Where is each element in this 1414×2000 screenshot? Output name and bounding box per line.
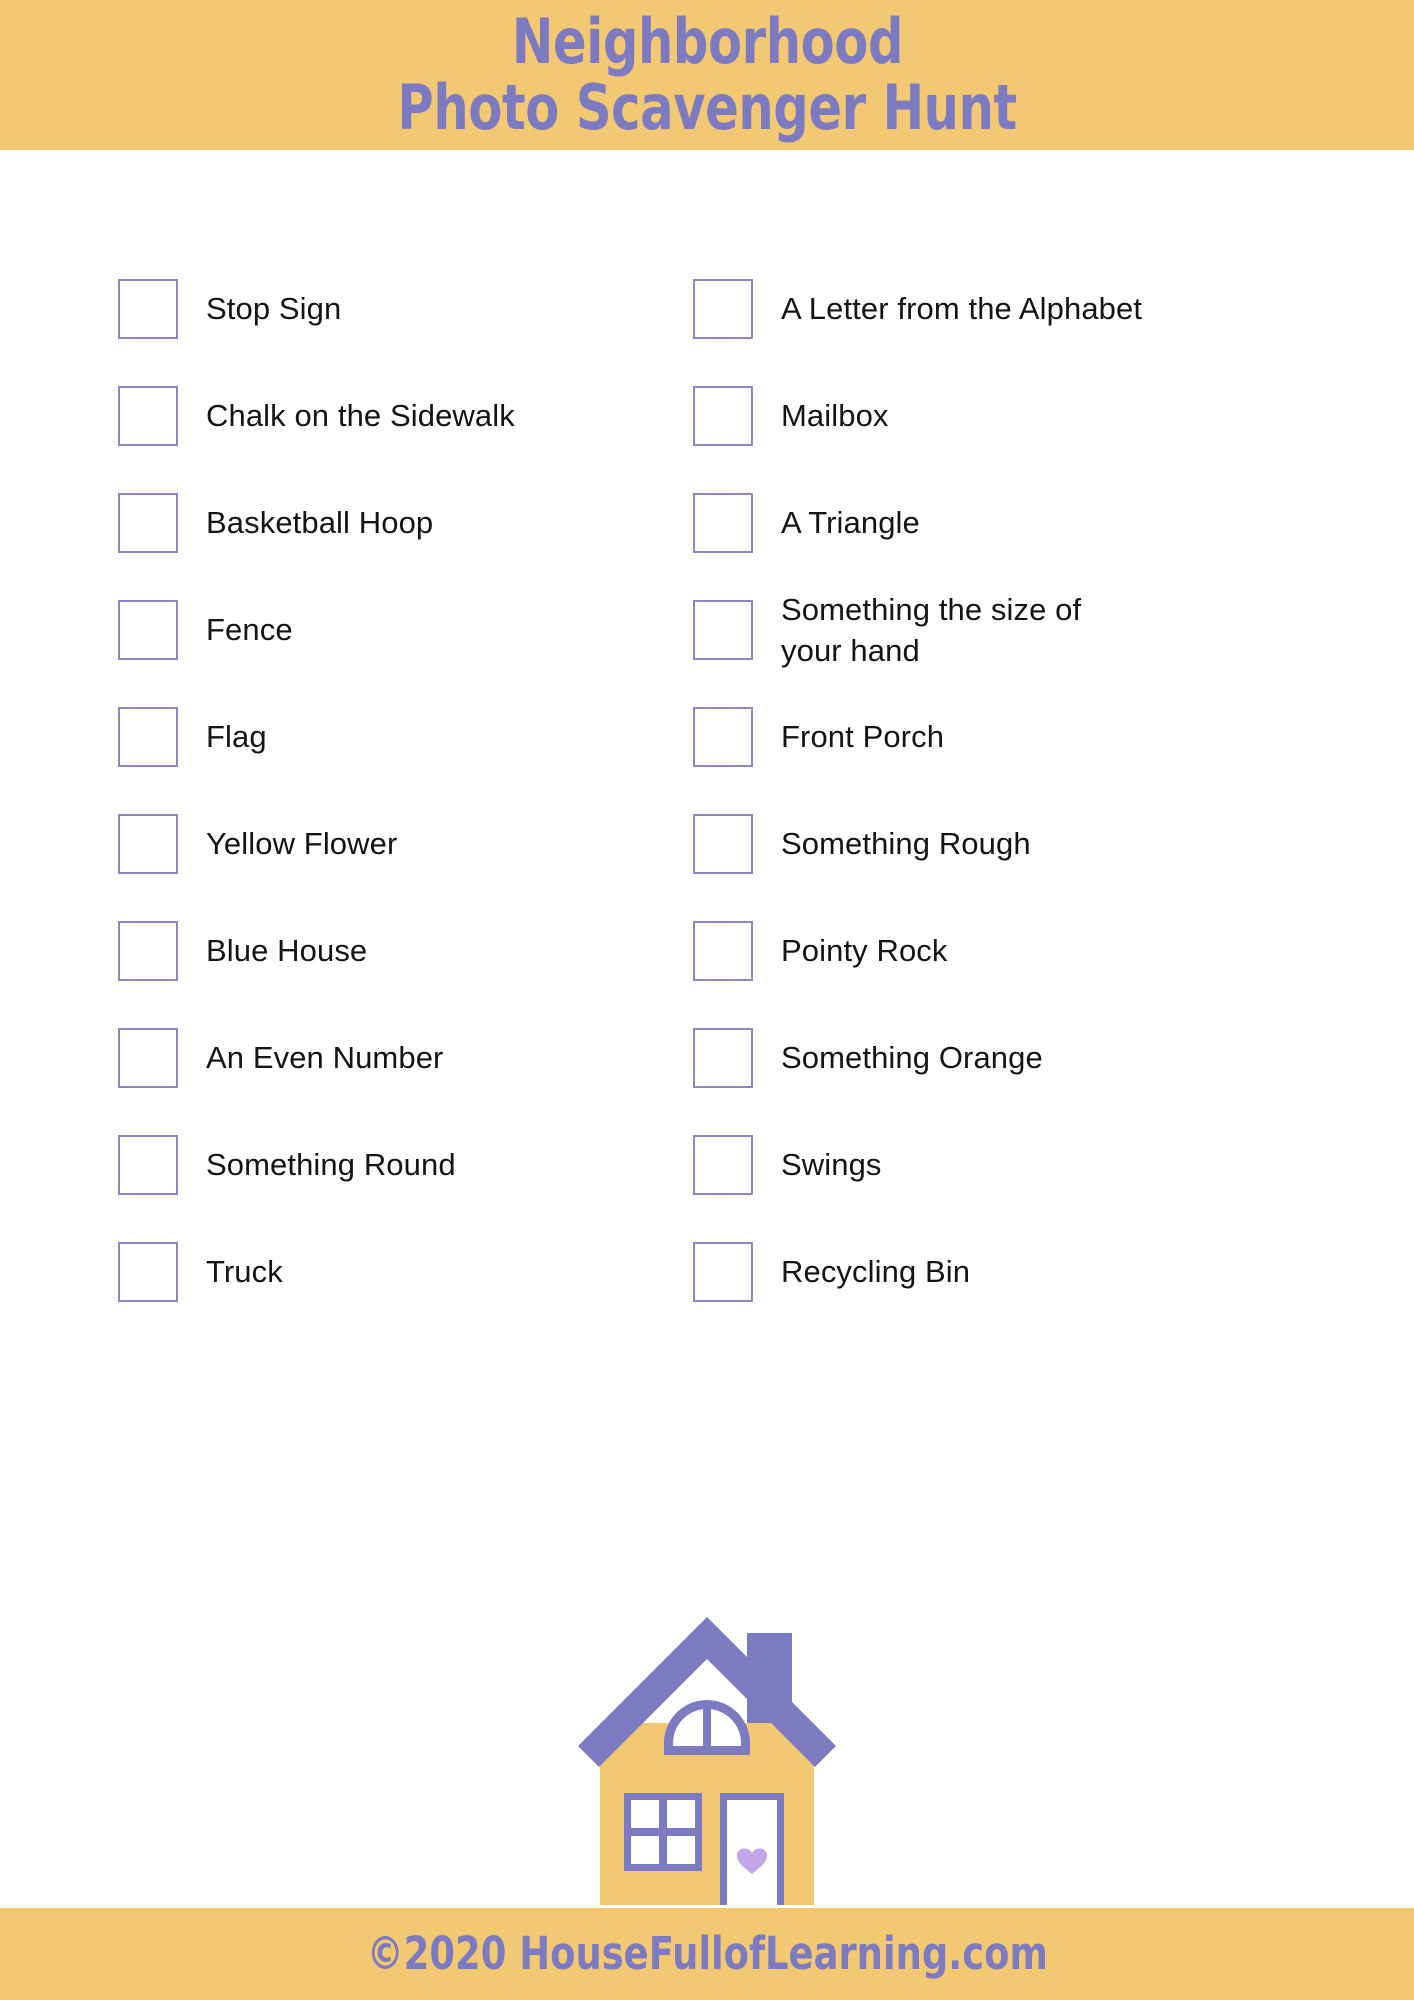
list-item[interactable]: A Triangle <box>693 469 1414 576</box>
checkbox-icon[interactable] <box>693 492 753 553</box>
checkbox-icon[interactable] <box>118 813 178 874</box>
list-item-label: A Letter from the Alphabet <box>781 290 1143 326</box>
list-item-label: Mailbox <box>781 397 889 433</box>
checkbox-icon[interactable] <box>693 1241 753 1302</box>
window-frame <box>624 1793 702 1871</box>
checkbox-icon[interactable] <box>693 278 753 339</box>
checkbox-icon[interactable] <box>693 706 753 767</box>
checkbox-icon[interactable] <box>118 278 178 339</box>
list-item-label: Chalk on the Sidewalk <box>206 397 515 433</box>
list-item-label: Basketball Hoop <box>206 504 434 540</box>
list-item-label: Flag <box>206 718 267 754</box>
page-title-line-2: Photo Scavenger Hunt <box>397 71 1017 144</box>
heart-icon <box>737 1848 767 1874</box>
roof-shape <box>578 1617 836 1767</box>
list-item-label: A Triangle <box>781 504 920 540</box>
checkbox-icon[interactable] <box>693 813 753 874</box>
checkbox-icon[interactable] <box>118 1027 178 1088</box>
list-item[interactable]: Blue House <box>118 897 660 1004</box>
page-title-line-1: Neighborhood <box>511 5 903 78</box>
checklist-left-column: Stop Sign Chalk on the Sidewalk Basketba… <box>0 255 660 1325</box>
checkbox-icon[interactable] <box>693 385 753 446</box>
list-item-label: Blue House <box>206 932 368 968</box>
checkbox-icon[interactable] <box>118 1134 178 1195</box>
house-illustration-container <box>0 1595 1414 1905</box>
list-item[interactable]: Recycling Bin <box>693 1218 1414 1325</box>
checklist-columns: Stop Sign Chalk on the Sidewalk Basketba… <box>0 255 1414 1325</box>
list-item[interactable]: Something Rough <box>693 790 1414 897</box>
house-body-shape <box>600 1723 814 1905</box>
door-frame <box>720 1793 784 1905</box>
list-item[interactable]: Chalk on the Sidewalk <box>118 362 660 469</box>
list-item-label: An Even Number <box>206 1039 444 1075</box>
checklist-right-column: A Letter from the Alphabet Mailbox A Tri… <box>660 255 1414 1325</box>
list-item[interactable]: Basketball Hoop <box>118 469 660 576</box>
checkbox-icon[interactable] <box>693 1027 753 1088</box>
copyright-text: ©2020 HouseFullofLearning.com <box>366 1927 1048 1980</box>
checkbox-icon[interactable] <box>118 920 178 981</box>
list-item-label: Something Round <box>206 1146 456 1182</box>
list-item[interactable]: Something the size of your hand <box>693 576 1414 683</box>
scavenger-hunt-checklist: Stop Sign Chalk on the Sidewalk Basketba… <box>0 150 1414 1602</box>
list-item-label: Something Rough <box>781 825 1031 861</box>
list-item[interactable]: Swings <box>693 1111 1414 1218</box>
window-pane <box>631 1800 659 1828</box>
checkbox-icon[interactable] <box>118 706 178 767</box>
attic-window-mullion <box>703 1703 711 1747</box>
list-item[interactable]: An Even Number <box>118 1004 660 1111</box>
list-item[interactable]: Flag <box>118 683 660 790</box>
list-item[interactable]: Pointy Rock <box>693 897 1414 1004</box>
chimney-shape <box>747 1633 792 1743</box>
list-item-label: Something the size of your hand <box>781 591 1082 668</box>
checkbox-icon[interactable] <box>693 599 753 660</box>
list-item[interactable]: Something Round <box>118 1111 660 1218</box>
list-item[interactable]: Stop Sign <box>118 255 660 362</box>
list-item-label: Something Orange <box>781 1039 1043 1075</box>
list-item[interactable]: Fence <box>118 576 660 683</box>
checkbox-icon[interactable] <box>693 1134 753 1195</box>
window-pane <box>631 1836 659 1864</box>
attic-window-glass <box>673 1709 741 1746</box>
list-item-label: Swings <box>781 1146 882 1182</box>
window-pane <box>667 1800 695 1828</box>
page-header: Neighborhood Photo Scavenger Hunt <box>0 0 1414 150</box>
checkbox-icon[interactable] <box>118 599 178 660</box>
attic-window-frame <box>664 1700 750 1755</box>
list-item[interactable]: Truck <box>118 1218 660 1325</box>
window-pane <box>667 1836 695 1864</box>
list-item[interactable]: Mailbox <box>693 362 1414 469</box>
list-item[interactable]: A Letter from the Alphabet <box>693 255 1414 362</box>
list-item[interactable]: Something Orange <box>693 1004 1414 1111</box>
checkbox-icon[interactable] <box>118 492 178 553</box>
list-item-label: Truck <box>206 1253 283 1289</box>
door-shape <box>727 1800 777 1905</box>
list-item[interactable]: Yellow Flower <box>118 790 660 897</box>
list-item-label: Pointy Rock <box>781 932 948 968</box>
list-item-label: Recycling Bin <box>781 1253 971 1289</box>
list-item-label: Fence <box>206 611 293 647</box>
list-item-label: Stop Sign <box>206 290 342 326</box>
list-item[interactable]: Front Porch <box>693 683 1414 790</box>
checkbox-icon[interactable] <box>693 920 753 981</box>
page-footer: ©2020 HouseFullofLearning.com <box>0 1908 1414 2000</box>
house-icon <box>578 1617 836 1905</box>
checkbox-icon[interactable] <box>118 385 178 446</box>
checkbox-icon[interactable] <box>118 1241 178 1302</box>
list-item-label: Yellow Flower <box>206 825 398 861</box>
list-item-label: Front Porch <box>781 718 945 754</box>
